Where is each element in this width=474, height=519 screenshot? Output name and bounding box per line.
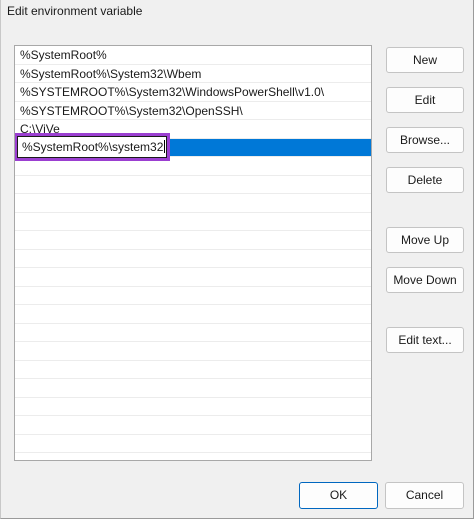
edit-environment-variable-dialog: Edit environment variable %SystemRoot% %…: [0, 0, 474, 519]
list-item[interactable]: %SystemRoot%: [15, 46, 371, 65]
empty-list-row[interactable]: [15, 305, 371, 324]
edit-text-button[interactable]: Edit text...: [386, 327, 464, 353]
empty-list-row[interactable]: [15, 435, 371, 453]
empty-list-row[interactable]: [15, 213, 371, 231]
empty-list-row[interactable]: [15, 250, 371, 268]
empty-list-row[interactable]: [15, 231, 371, 250]
list-item-selected[interactable]: %SystemRoot%\system32: [15, 132, 371, 161]
browse-button[interactable]: Browse...: [386, 127, 464, 153]
path-edit-field[interactable]: %SystemRoot%\system32: [15, 132, 170, 161]
empty-list-row[interactable]: [15, 379, 371, 398]
empty-list-row[interactable]: [15, 176, 371, 194]
empty-list-row[interactable]: [15, 324, 371, 342]
delete-button[interactable]: Delete: [386, 167, 464, 193]
empty-list-row[interactable]: [15, 268, 371, 287]
empty-list-row[interactable]: [15, 194, 371, 213]
empty-list-row[interactable]: [15, 157, 371, 176]
list-item[interactable]: %SYSTEMROOT%\System32\OpenSSH\: [15, 102, 371, 120]
edit-button[interactable]: Edit: [386, 87, 464, 113]
move-up-button[interactable]: Move Up: [386, 227, 464, 253]
path-edit-value: %SystemRoot%\system32: [22, 139, 164, 154]
list-item[interactable]: %SystemRoot%\System32\Wbem: [15, 65, 371, 83]
move-down-button[interactable]: Move Down: [386, 267, 464, 293]
empty-list-row[interactable]: [15, 416, 371, 435]
empty-list-row[interactable]: [15, 287, 371, 305]
empty-list-row[interactable]: [15, 342, 371, 361]
empty-list-row[interactable]: [15, 361, 371, 379]
window-title: Edit environment variable: [7, 4, 143, 18]
path-list[interactable]: %SystemRoot% %SystemRoot%\System32\Wbem …: [14, 45, 372, 461]
empty-list-row[interactable]: [15, 398, 371, 416]
ok-button[interactable]: OK: [299, 482, 378, 509]
title-bar[interactable]: Edit environment variable: [1, 0, 473, 28]
text-caret: [164, 139, 166, 153]
new-button[interactable]: New: [386, 47, 464, 73]
cancel-button[interactable]: Cancel: [385, 482, 464, 509]
list-item[interactable]: %SYSTEMROOT%\System32\WindowsPowerShell\…: [15, 83, 371, 102]
